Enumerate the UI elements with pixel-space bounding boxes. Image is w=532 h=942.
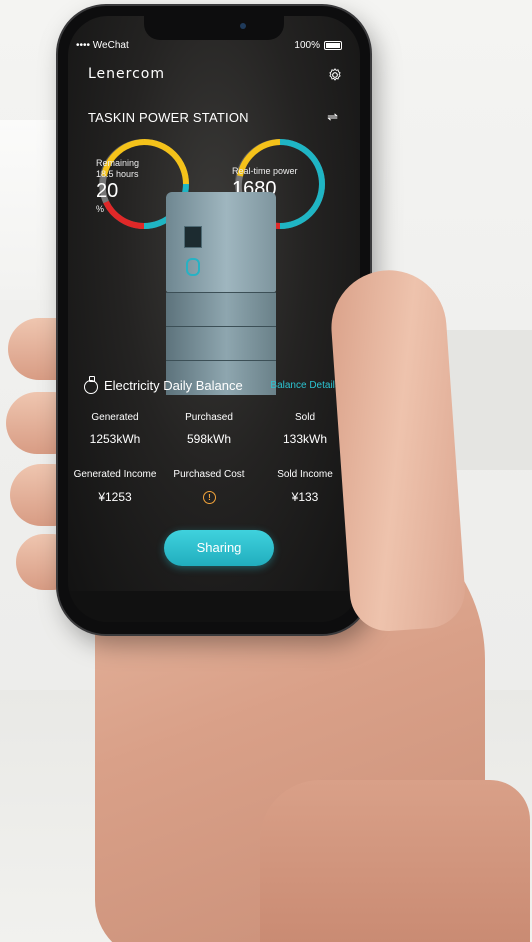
purchased-label: Purchased: [185, 412, 233, 423]
phone-notch: [144, 16, 284, 40]
warning-icon[interactable]: !: [203, 491, 216, 504]
generated-income-value: ¥1253: [98, 490, 132, 504]
station-title: TASKIN POWER STATION: [88, 110, 249, 125]
switch-station-icon[interactable]: ⇌: [327, 109, 338, 125]
gear-icon[interactable]: [328, 68, 342, 82]
app-screen: •••• WeChat 100% Lenercom TASKIN POWER S…: [68, 16, 360, 622]
remaining-label: Remaining 18.5 hours: [96, 158, 140, 179]
battery-percent: 100%: [294, 40, 320, 51]
battery-icon: [324, 41, 342, 50]
scene: •••• WeChat 100% Lenercom TASKIN POWER S…: [0, 0, 532, 942]
bulb-icon: [84, 376, 98, 394]
hand-wrist: [260, 780, 530, 942]
generated-income-label: Generated Income: [73, 469, 157, 480]
smartphone: •••• WeChat 100% Lenercom TASKIN POWER S…: [58, 6, 370, 634]
cabinet-module: [166, 292, 276, 327]
background-window: [0, 120, 60, 300]
realtime-label: Real-time power: [232, 166, 298, 176]
daily-balance-header: Electricity Daily Balance Balance Detail…: [84, 376, 346, 398]
hand-thumb: [327, 266, 468, 634]
camera-icon: [240, 23, 246, 29]
status-carrier: •••• WeChat: [76, 40, 129, 51]
sold-income-value: ¥133: [291, 490, 319, 504]
cabinet-top: [166, 192, 276, 292]
app-logo: Lenercom: [88, 66, 166, 82]
daily-balance-title: Electricity Daily Balance: [104, 378, 243, 393]
sold-value: 133kWh: [282, 432, 328, 446]
generated-label: Generated: [91, 412, 139, 423]
sharing-button[interactable]: Sharing: [164, 530, 274, 566]
bottom-bar: [68, 591, 360, 622]
status-battery: 100%: [294, 40, 342, 51]
cabinet-module: [166, 326, 276, 361]
cabinet-power-icon: [186, 258, 200, 276]
purchased-cost-label: Purchased Cost: [173, 469, 245, 480]
sold-income-label: Sold Income: [277, 469, 333, 480]
purchased-value: 598kWh: [186, 432, 232, 446]
generated-value: 1253kWh: [89, 432, 141, 446]
cabinet-display: [184, 226, 202, 248]
